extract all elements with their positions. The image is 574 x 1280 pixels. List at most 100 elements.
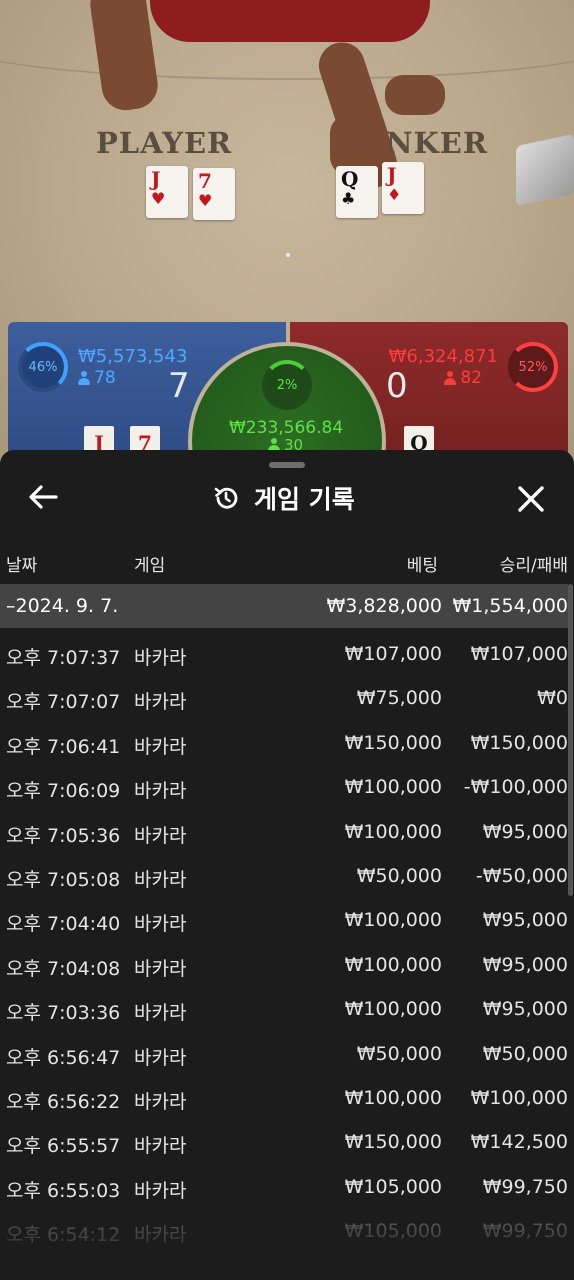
row-game: 바카라 bbox=[134, 913, 187, 936]
card-rank: J bbox=[387, 163, 397, 187]
game-history-sheet: 게임 기록 날짜 게임 베팅 승리/패배 –2024. 9. 7. ₩3,828… bbox=[0, 450, 574, 1280]
row-game: 바카라 bbox=[134, 1090, 187, 1113]
row-time: 오후 7:06:09 bbox=[6, 780, 121, 803]
table-row[interactable]: 오후 7:06:09 바카라 ₩100,000 -₩100,000 bbox=[0, 766, 568, 810]
player-percent-ring: 46% bbox=[18, 342, 68, 392]
history-icon bbox=[214, 487, 238, 509]
sheet-header: 게임 기록 bbox=[212, 480, 355, 516]
row-time: 오후 7:05:08 bbox=[6, 868, 121, 891]
banker-bettor-count: 82 bbox=[460, 368, 482, 388]
row-time: 오후 7:05:36 bbox=[6, 824, 121, 847]
row-bet: ₩100,000 bbox=[344, 776, 442, 799]
row-game: 바카라 bbox=[134, 780, 187, 803]
scrollbar[interactable] bbox=[568, 584, 573, 896]
row-result: ₩100,000 bbox=[470, 1086, 568, 1109]
back-button[interactable] bbox=[26, 480, 60, 514]
table-dot bbox=[286, 253, 290, 257]
card-rank: Q bbox=[341, 167, 359, 191]
row-game: 바카라 bbox=[134, 868, 187, 891]
table-row[interactable]: 오후 7:07:37 바카라 ₩107,000 ₩107,000 bbox=[0, 633, 568, 677]
table-row[interactable]: 오후 7:07:07 바카라 ₩75,000 ₩0 bbox=[0, 677, 568, 721]
list-fade bbox=[0, 1200, 574, 1280]
dealer-hand bbox=[385, 75, 445, 115]
banker-percent-ring: 52% bbox=[508, 342, 558, 392]
row-result: -₩100,000 bbox=[463, 776, 568, 799]
banker-card-2: J ♦ bbox=[382, 162, 424, 214]
row-game: 바카라 bbox=[134, 735, 187, 758]
banker-percent: 52% bbox=[518, 359, 548, 375]
row-game: 바카라 bbox=[134, 824, 187, 847]
player-score: 7 bbox=[168, 366, 190, 406]
player-card-2: 7 ♥ bbox=[193, 168, 235, 220]
player-table-label: PLAYER bbox=[96, 126, 233, 160]
row-game: 바카라 bbox=[134, 1046, 187, 1069]
banker-bet-total: ₩6,324,871 bbox=[388, 346, 498, 367]
row-game: 바카라 bbox=[134, 691, 187, 714]
row-bet: ₩100,000 bbox=[344, 820, 442, 843]
day-summary-row[interactable]: –2024. 9. 7. ₩3,828,000 ₩1,554,000 bbox=[0, 584, 568, 628]
table-row[interactable]: 오후 6:56:47 바카라 ₩50,000 ₩50,000 bbox=[0, 1033, 568, 1077]
column-header-date: 날짜 bbox=[6, 556, 38, 576]
close-icon bbox=[518, 486, 544, 512]
person-icon bbox=[78, 371, 90, 385]
row-result: ₩50,000 bbox=[482, 1042, 568, 1065]
row-game: 바카라 bbox=[134, 957, 187, 980]
player-bet-total: ₩5,573,543 bbox=[78, 346, 188, 367]
table-row[interactable]: 오후 7:04:40 바카라 ₩100,000 ₩95,000 bbox=[0, 899, 568, 943]
row-result: ₩95,000 bbox=[482, 909, 568, 932]
row-bet: ₩150,000 bbox=[344, 731, 442, 754]
close-button[interactable] bbox=[512, 480, 550, 518]
table-row[interactable]: 오후 7:06:41 바카라 ₩150,000 ₩150,000 bbox=[0, 722, 568, 766]
player-percent: 46% bbox=[28, 359, 58, 375]
row-time: 오후 6:56:47 bbox=[6, 1046, 121, 1069]
row-result: ₩95,000 bbox=[482, 820, 568, 843]
arrow-left-icon bbox=[29, 485, 58, 509]
row-game: 바카라 bbox=[134, 1002, 187, 1025]
player-card-1: J ♥ bbox=[146, 166, 188, 218]
table-row[interactable]: 오후 7:04:08 바카라 ₩100,000 ₩95,000 bbox=[0, 944, 568, 988]
card-suit: ♥ bbox=[198, 191, 213, 210]
banker-bettors: 82 bbox=[444, 368, 482, 388]
sheet-drag-handle[interactable] bbox=[269, 462, 305, 468]
row-bet: ₩50,000 bbox=[356, 1042, 442, 1065]
row-bet: ₩100,000 bbox=[344, 1086, 442, 1109]
banker-card-1: Q ♣ bbox=[336, 166, 378, 218]
row-time: 오후 7:04:08 bbox=[6, 957, 121, 980]
tie-bet-total: ₩233,566.84 bbox=[229, 418, 344, 438]
row-time: 오후 7:03:36 bbox=[6, 1002, 121, 1025]
row-time: 오후 6:55:57 bbox=[6, 1135, 121, 1158]
banker-table-label: NKER bbox=[386, 126, 488, 160]
table-row[interactable]: 오후 6:55:57 바카라 ₩150,000 ₩142,500 bbox=[0, 1121, 568, 1165]
row-result: ₩142,500 bbox=[470, 1131, 568, 1154]
row-time: 오후 6:55:03 bbox=[6, 1179, 121, 1202]
tie-percent-ring: 2% bbox=[262, 360, 312, 410]
row-bet: ₩150,000 bbox=[344, 1131, 442, 1154]
banker-score: 0 bbox=[386, 366, 408, 406]
row-result: -₩50,000 bbox=[475, 864, 568, 887]
table-row[interactable]: 오후 7:05:36 바카라 ₩100,000 ₩95,000 bbox=[0, 811, 568, 855]
row-bet: ₩100,000 bbox=[344, 998, 442, 1021]
row-result: ₩99,750 bbox=[482, 1175, 568, 1198]
history-list: 오후 7:07:37 바카라 ₩107,000 ₩107,000 오후 7:07:07 바… bbox=[0, 633, 568, 1254]
row-result: ₩0 bbox=[537, 687, 568, 710]
row-game: 바카라 bbox=[134, 1135, 187, 1158]
day-result-total: ₩1,554,000 bbox=[452, 595, 568, 617]
card-suit: ♦ bbox=[387, 185, 402, 204]
row-bet: ₩75,000 bbox=[356, 687, 442, 710]
row-time: 오후 7:04:40 bbox=[6, 913, 121, 936]
table-row[interactable]: 오후 7:05:08 바카라 ₩50,000 -₩50,000 bbox=[0, 855, 568, 899]
player-bettor-count: 78 bbox=[94, 368, 116, 388]
row-result: ₩150,000 bbox=[470, 731, 568, 754]
tie-percent: 2% bbox=[276, 377, 298, 393]
row-result: ₩107,000 bbox=[470, 643, 568, 665]
day-bet-total: ₩3,828,000 bbox=[326, 595, 442, 617]
table-row[interactable]: 오후 6:56:22 바카라 ₩100,000 ₩100,000 bbox=[0, 1077, 568, 1121]
row-bet: ₩50,000 bbox=[356, 864, 442, 887]
table-row[interactable]: 오후 7:03:36 바카라 ₩100,000 ₩95,000 bbox=[0, 988, 568, 1032]
row-time: 오후 7:07:07 bbox=[6, 691, 121, 714]
person-icon bbox=[444, 371, 457, 385]
card-suit: ♥ bbox=[151, 189, 166, 208]
card-rank: J bbox=[151, 167, 161, 191]
column-header-game: 게임 bbox=[134, 556, 166, 576]
card-shoe bbox=[516, 133, 574, 207]
